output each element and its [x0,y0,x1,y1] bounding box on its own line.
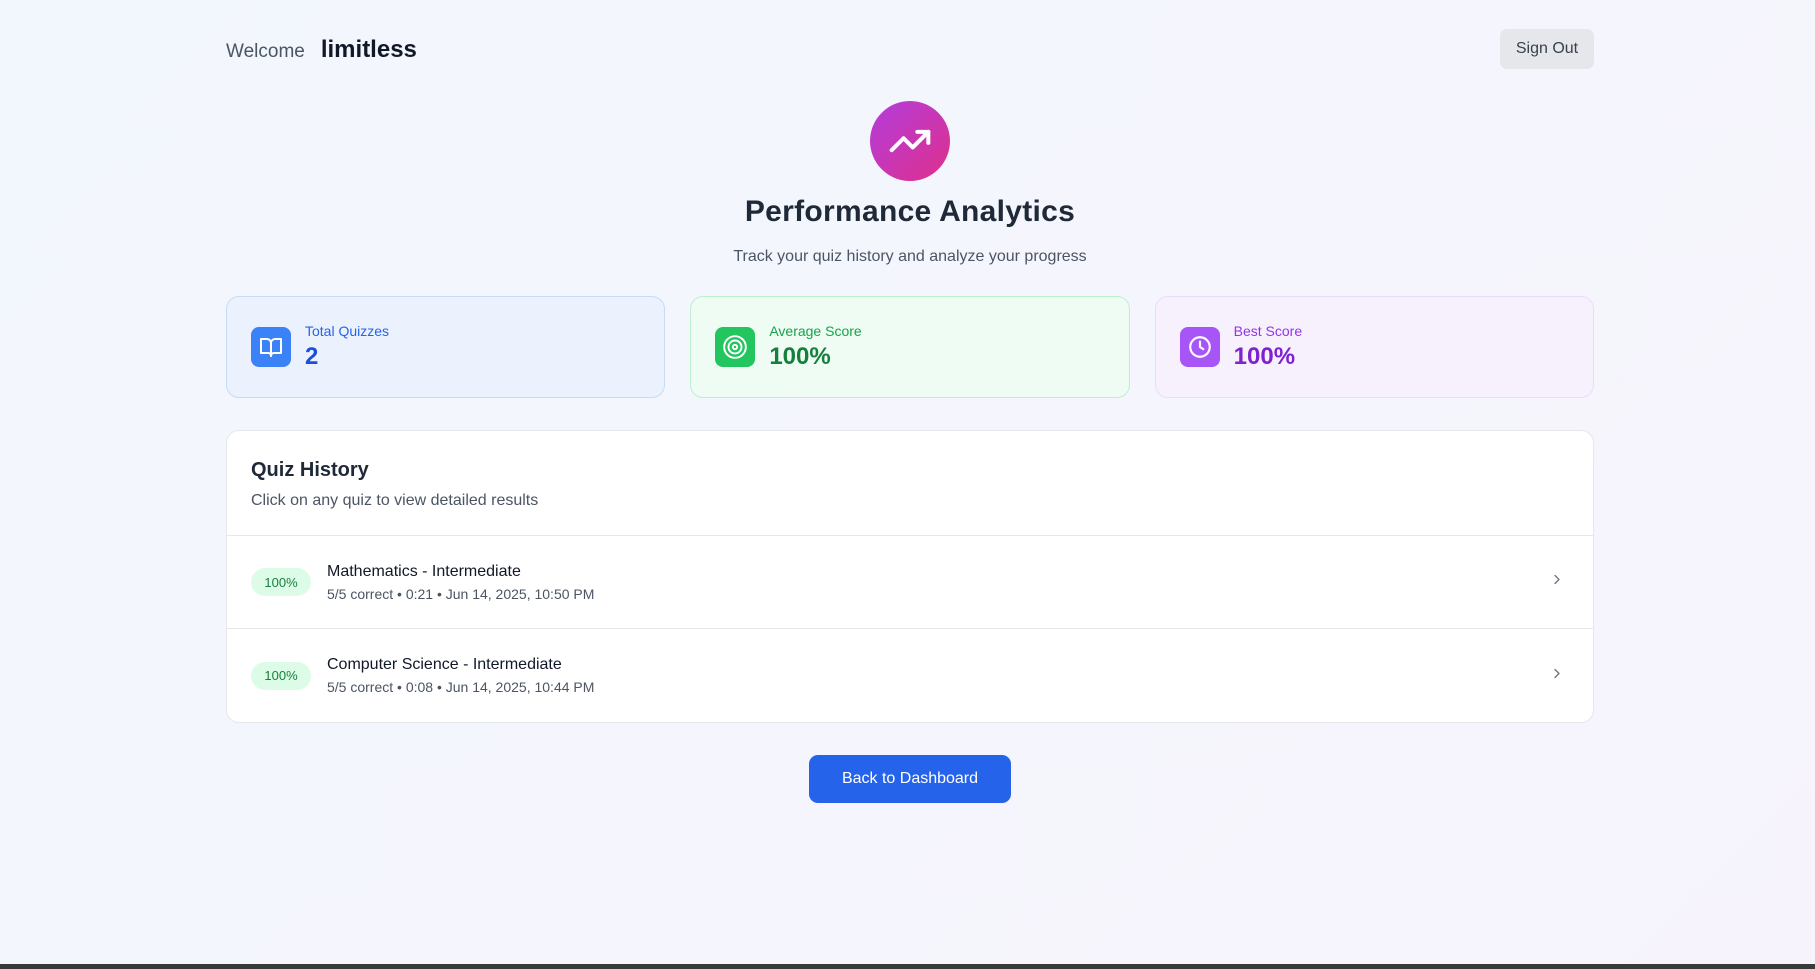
stat-value: 2 [305,343,319,370]
page-title: Performance Analytics [744,195,1076,228]
bottom-edge-bar [0,964,1815,969]
trending-up-icon [870,101,950,181]
stat-label: Average Score [769,323,862,339]
stat-card-best-score: Best Score 100% [1154,296,1594,398]
score-badge: 100% [251,568,311,596]
welcome-label: Welcome [226,41,305,62]
page-subtitle: Track your quiz history and analyze your… [733,248,1087,265]
quiz-title: Computer Science - Intermediate [327,656,562,673]
stat-card-average-score: Average Score 100% [690,296,1130,398]
chevron-right-icon [1549,572,1565,593]
book-open-icon [251,327,291,367]
clock-icon [1179,327,1220,367]
quiz-title: Mathematics - Intermediate [327,562,521,580]
quiz-history-row[interactable]: 100% Computer Science - Intermediate 5/5… [227,629,1593,722]
stats-row: Total Quizzes 2 Average Score 100% Best … [226,296,1594,398]
quiz-meta: 5/5 correct • 0:21 • Jun 14, 2025, 10:50… [327,585,595,602]
stat-label: Best Score [1233,323,1303,339]
stat-card-total-quizzes: Total Quizzes 2 [226,296,666,398]
score-badge: 100% [251,661,311,690]
quiz-history-header: Quiz History Click on any quiz to view d… [227,431,1593,536]
sign-out-button[interactable]: Sign Out [1500,29,1594,69]
back-button-wrap: Back to Dashboard [226,755,1594,803]
target-icon [715,327,756,367]
username: limitless [320,36,417,63]
page-container: Welcome limitless Sign Out Performance A… [226,0,1594,803]
quiz-history-subtitle: Click on any quiz to view detailed resul… [251,492,539,509]
quiz-history-title: Quiz History [251,459,369,481]
stat-label: Total Quizzes [305,323,390,339]
quiz-history-panel: Quiz History Click on any quiz to view d… [226,430,1594,723]
stat-value: 100% [769,343,831,370]
top-bar: Welcome limitless Sign Out [226,0,1594,98]
quiz-history-row[interactable]: 100% Mathematics - Intermediate 5/5 corr… [227,536,1593,629]
quiz-meta: 5/5 correct • 0:08 • Jun 14, 2025, 10:44… [327,679,595,695]
hero-section: Performance Analytics Track your quiz hi… [226,101,1594,266]
chevron-right-icon [1549,665,1565,686]
stat-value: 100% [1233,343,1296,370]
back-to-dashboard-button[interactable]: Back to Dashboard [809,755,1011,803]
welcome-greeting: Welcome limitless [226,36,417,64]
